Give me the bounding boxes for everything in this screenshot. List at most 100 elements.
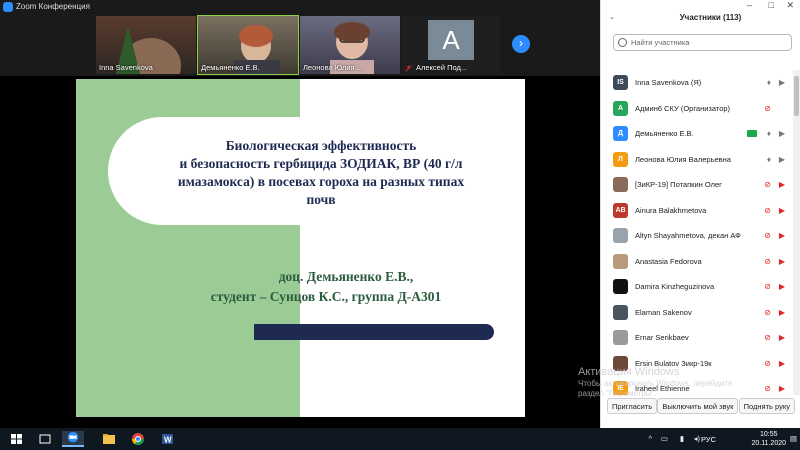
- chevron-down-icon[interactable]: ⌄: [609, 13, 621, 21]
- participant-avatar: [613, 304, 628, 320]
- participant-row[interactable]: AB Ainura Balakhmetova ⊘ ▶: [601, 198, 791, 224]
- taskbar-zoom-app[interactable]: [62, 431, 84, 447]
- minimize-icon[interactable]: –: [747, 0, 752, 10]
- presentation-slide: Биологическая эффективность и безопаснос…: [76, 79, 525, 417]
- mic-off-icon[interactable]: ⊘: [764, 384, 771, 393]
- participant-avatar: [613, 177, 628, 193]
- camera-icon[interactable]: ▶: [779, 155, 785, 164]
- participant-row[interactable]: Д Демьяненко Е.В. ♦ ▶: [601, 121, 791, 147]
- notifications-icon[interactable]: ▤: [790, 434, 797, 443]
- invite-button[interactable]: Пригласить: [607, 398, 658, 414]
- camera-off-icon[interactable]: ▶: [779, 206, 785, 215]
- camera-off-icon[interactable]: ▶: [779, 231, 785, 240]
- volume-icon[interactable]: ◂): [694, 434, 700, 443]
- zoom-logo-icon: [3, 2, 13, 12]
- close-icon[interactable]: ✕: [786, 0, 794, 11]
- participant-avatar: Л: [613, 151, 628, 167]
- mic-off-icon[interactable]: ⊘: [764, 180, 771, 189]
- window-title: Zoom Конференция: [16, 2, 90, 11]
- participant-avatar: AB: [613, 202, 628, 218]
- participant-avatar: [613, 279, 628, 295]
- participants-title: Участники (113): [679, 12, 742, 22]
- video-tile-active-speaker[interactable]: Демьяненко Е.В.: [197, 15, 299, 75]
- video-tile-name: Inna Savenkova: [99, 63, 153, 72]
- mic-off-icon[interactable]: ⊘: [764, 333, 771, 342]
- mic-icon[interactable]: ♦: [767, 155, 771, 164]
- mic-off-icon[interactable]: ⊘: [764, 359, 771, 368]
- participant-avatar: IS: [613, 75, 628, 91]
- participants-panel: – □ ✕ ⌄ Участники (113) Найти участника …: [600, 0, 800, 428]
- windows-activation-watermark: Активация Windows Чтобы активировать Win…: [578, 366, 733, 398]
- participant-row[interactable]: [ЗиКР-19] Потапкин Олег ⊘ ▶: [601, 172, 791, 198]
- slide-decorative-bar: [254, 324, 494, 340]
- participant-row[interactable]: Damira Kinzheguzinova ⊘ ▶: [601, 274, 791, 300]
- language-indicator[interactable]: РУС: [701, 435, 716, 444]
- video-tile[interactable]: Леонова Юлия ...: [300, 16, 400, 74]
- maximize-icon[interactable]: □: [769, 0, 774, 10]
- camera-off-icon[interactable]: ▶: [779, 257, 785, 266]
- svg-text:W: W: [164, 436, 172, 445]
- participant-avatar: [613, 253, 628, 269]
- mute-self-button[interactable]: Выключить мой звук: [657, 398, 739, 414]
- battery-icon[interactable]: ▮: [680, 434, 684, 443]
- participant-avatar: Д: [613, 126, 628, 142]
- video-tile-name: Алексей Под...: [416, 63, 468, 72]
- participant-avatar: [613, 228, 628, 244]
- camera-off-icon[interactable]: ▶: [779, 282, 785, 291]
- participants-scrollbar[interactable]: [793, 70, 800, 395]
- mic-off-icon[interactable]: ⊘: [764, 104, 771, 113]
- mic-off-icon[interactable]: ⊘: [764, 231, 771, 240]
- file-explorer-icon[interactable]: [98, 431, 120, 447]
- slide-authors: доц. Демьяненко Е.В., студент – Сунцов К…: [210, 269, 442, 304]
- raise-hand-button[interactable]: Поднять руку: [738, 398, 795, 414]
- participant-row[interactable]: Ernar Serikbaev ⊘ ▶: [601, 325, 791, 351]
- search-icon: [618, 38, 627, 47]
- participant-row[interactable]: Altyn Shayahmetova, декан АФ ⊘ ▶: [601, 223, 791, 249]
- camera-off-icon[interactable]: ▶: [779, 180, 785, 189]
- camera-off-icon[interactable]: ▶: [779, 308, 785, 317]
- scrollbar-thumb[interactable]: [794, 76, 799, 116]
- mic-off-icon: [405, 65, 412, 72]
- search-input[interactable]: Найти участника: [613, 34, 792, 51]
- network-icon[interactable]: ▭: [661, 434, 668, 443]
- chrome-icon[interactable]: [127, 431, 149, 447]
- participant-row[interactable]: А Админ6 СКУ (Организатор) ⊘: [601, 96, 791, 122]
- video-tile[interactable]: Inna Savenkova: [96, 16, 196, 74]
- mic-icon[interactable]: ♦: [767, 78, 771, 87]
- next-page-button[interactable]: ›: [512, 35, 530, 53]
- word-icon[interactable]: W: [156, 431, 178, 447]
- camera-icon[interactable]: ▶: [779, 129, 785, 138]
- mic-off-icon[interactable]: ⊘: [764, 308, 771, 317]
- camera-off-icon[interactable]: ▶: [779, 359, 785, 368]
- tray-up-arrow-icon[interactable]: ^: [648, 434, 652, 443]
- search-placeholder: Найти участника: [631, 38, 690, 47]
- slide-title: Биологическая эффективность и безопаснос…: [177, 138, 465, 207]
- mic-off-icon[interactable]: ⊘: [764, 257, 771, 266]
- clock[interactable]: 10:55 20.11.2020: [751, 430, 786, 448]
- participant-avatar: [613, 330, 628, 346]
- video-strip: Inna Savenkova Демьяненко Е.В. Леонова Ю…: [0, 14, 600, 76]
- camera-off-icon[interactable]: ▶: [779, 333, 785, 342]
- participant-row[interactable]: Anastasia Fedorova ⊘ ▶: [601, 249, 791, 275]
- windows-start-icon[interactable]: [6, 431, 28, 447]
- participants-list: IS Inna Savenkova (Я) ♦ ▶ А Админ6 СКУ (Орган…: [601, 70, 791, 395]
- mic-icon[interactable]: ♦: [767, 129, 771, 138]
- participant-row[interactable]: Л Леонова Юлия Валерьевна ♦ ▶: [601, 147, 791, 173]
- window-titlebar: Zoom Конференция: [0, 0, 600, 14]
- screen-share-icon: [747, 130, 757, 137]
- video-tile-name: Демьяненко Е.В.: [201, 63, 260, 72]
- mic-off-icon[interactable]: ⊘: [764, 282, 771, 291]
- participant-row[interactable]: Elaman Sakenov ⊘ ▶: [601, 300, 791, 326]
- participant-avatar: А: [613, 100, 628, 116]
- video-tile[interactable]: A Алексей Под...: [402, 16, 500, 74]
- video-tile-name: Леонова Юлия ...: [303, 63, 363, 72]
- shared-screen: Биологическая эффективность и безопаснос…: [0, 76, 600, 428]
- camera-off-icon[interactable]: ▶: [779, 384, 785, 393]
- chevron-right-icon: ›: [519, 36, 523, 50]
- windows-taskbar: W ^ ▭ ▮ ◂) РУС 10:55 20.11.2020 ▤: [0, 428, 800, 450]
- camera-icon[interactable]: ▶: [779, 78, 785, 87]
- participant-row[interactable]: IS Inna Savenkova (Я) ♦ ▶: [601, 70, 791, 96]
- avatar: A: [428, 20, 474, 60]
- task-view-icon[interactable]: [34, 431, 56, 447]
- mic-off-icon[interactable]: ⊘: [764, 206, 771, 215]
